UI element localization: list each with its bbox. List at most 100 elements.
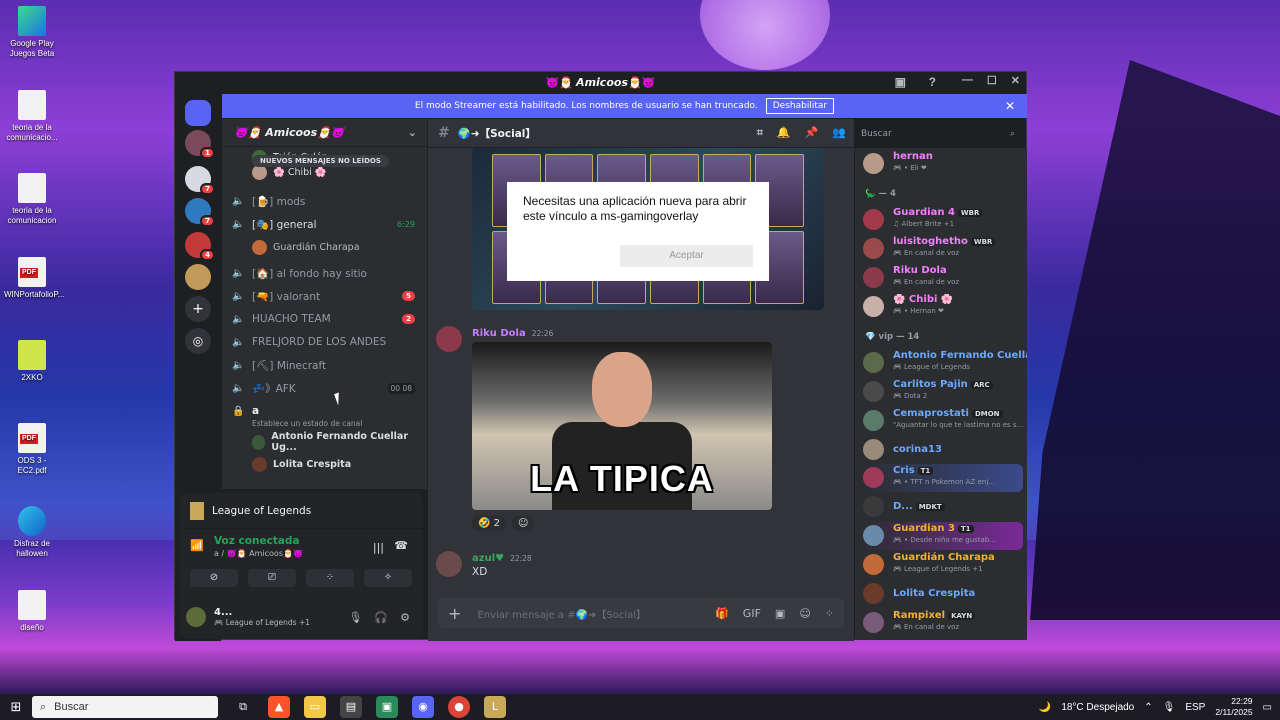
notifications-icon[interactable]: ▭ bbox=[1263, 702, 1272, 713]
reaction[interactable]: 🤣 2 bbox=[472, 516, 507, 531]
emoji-icon[interactable]: ☺ bbox=[799, 607, 810, 620]
headphones-icon[interactable]: 🎧 bbox=[374, 611, 388, 624]
discord-icon[interactable]: ◉ bbox=[412, 696, 434, 718]
voice-channel-minecraft[interactable]: 🔈 [⛏] Minecraft bbox=[232, 355, 419, 375]
meme-image[interactable]: LA TIPICA bbox=[472, 342, 772, 510]
member-item[interactable]: Rampixel KAYN 🎮 En canal de voz bbox=[863, 609, 1023, 637]
server-icon[interactable]: 4 bbox=[185, 232, 215, 261]
message-author[interactable]: Riku Dola bbox=[472, 328, 526, 339]
voice-channel-al-fondo[interactable]: 🔈 [🏠] al fondo hay sitio bbox=[232, 263, 419, 283]
voice-channel-freljord[interactable]: 🔈 FRELJORD DE LOS ANDES bbox=[232, 332, 419, 352]
chevron-down-icon[interactable]: ⌄ bbox=[408, 126, 417, 139]
desktop-icon-edge[interactable]: Disfraz de hallowen bbox=[4, 506, 60, 559]
accept-button[interactable]: Aceptar bbox=[620, 245, 753, 267]
game-activity[interactable]: League of Legends bbox=[180, 493, 422, 529]
member-item[interactable]: Cris T1 🎮 • TFT n Pokemon AZ enj... bbox=[863, 464, 1023, 492]
minimize-icon[interactable]: — bbox=[962, 74, 973, 87]
task-view-icon[interactable]: ⧉ bbox=[232, 696, 254, 718]
avatar[interactable] bbox=[186, 607, 206, 627]
member-item[interactable]: 🌸 Chibi 🌸 🎮 • Hernan ❤ bbox=[863, 293, 1023, 321]
pin-icon[interactable]: 📌 bbox=[805, 126, 819, 140]
desktop-icon-doc[interactable]: teoria de la comunicacio... bbox=[4, 90, 60, 143]
member-item[interactable]: Guardián Charapa 🎮 League of Legends +1 bbox=[863, 551, 1023, 579]
voice-member[interactable]: Guardián Charapa bbox=[252, 237, 419, 257]
member-item[interactable]: hernan 🎮 • Eli ❤ bbox=[863, 150, 1023, 178]
server-icon[interactable]: 1 bbox=[185, 130, 215, 159]
desktop-icon-doc[interactable]: teoria de la comunicacion bbox=[4, 173, 60, 226]
file-explorer-icon[interactable]: ▭ bbox=[304, 696, 326, 718]
gif-icon[interactable]: GIF bbox=[743, 607, 761, 620]
member-item[interactable]: Antonio Fernando Cuella... 🎮 League of L… bbox=[863, 349, 1027, 377]
activities-button[interactable]: ⁘ bbox=[306, 569, 354, 587]
member-item[interactable]: Lolita Crespita bbox=[863, 580, 1023, 608]
chrome-icon[interactable]: ● bbox=[448, 696, 470, 718]
member-item[interactable]: corina13 bbox=[863, 436, 1023, 464]
apps-icon[interactable]: ⁘ bbox=[825, 607, 834, 620]
noise-suppression-icon[interactable]: ||| bbox=[373, 541, 384, 554]
server-icon[interactable] bbox=[185, 264, 211, 290]
avatar[interactable] bbox=[436, 326, 462, 352]
avatar[interactable] bbox=[436, 551, 462, 577]
member-item[interactable]: D... MDKT bbox=[863, 493, 1023, 521]
discord-home-icon[interactable] bbox=[185, 100, 211, 126]
server-icon[interactable]: 7 bbox=[185, 198, 215, 227]
member-item[interactable]: Carlitos Pajin ARC 🎮 Dota 2 bbox=[863, 378, 1023, 406]
windows-start-icon[interactable]: ⊞ bbox=[0, 700, 32, 715]
screen-share-icon[interactable]: ▣ bbox=[895, 75, 906, 89]
members-icon[interactable]: 👥 bbox=[832, 126, 846, 140]
language-indicator[interactable]: ESP bbox=[1185, 702, 1205, 713]
voice-channel-general[interactable]: 🔈 [🎭] general 6:29 bbox=[232, 214, 419, 234]
member-item[interactable]: luisitoghetho WBR 🎮 En canal de voz bbox=[863, 235, 1023, 263]
app-icon[interactable]: ▣ bbox=[376, 696, 398, 718]
desktop-icon-google-play[interactable]: Google Play Juegos Beta bbox=[4, 6, 60, 59]
disable-streamer-button[interactable]: Deshabilitar bbox=[765, 98, 835, 114]
new-messages-pill[interactable]: NUEVOS MENSAJES NO LEÍDOS bbox=[252, 155, 389, 167]
clock[interactable]: 22:29 2/11/2025 bbox=[1215, 696, 1252, 718]
brave-icon[interactable]: ▲ bbox=[268, 696, 290, 718]
desktop-icon-doc[interactable]: diseño bbox=[4, 590, 60, 633]
chevron-up-icon[interactable]: ⌃ bbox=[1144, 702, 1152, 713]
disconnect-icon[interactable]: ☎ bbox=[394, 539, 408, 552]
close-banner-icon[interactable]: ✕ bbox=[1005, 99, 1015, 113]
message-composer[interactable]: + Enviar mensaje a #🌍➜【Social】 🎁 GIF ▣ ☺… bbox=[438, 598, 844, 628]
member-item[interactable]: Guardian 4 WBR ♫ Albert Brite +1 bbox=[863, 206, 1023, 234]
taskbar-search[interactable]: ⌕ Buscar bbox=[32, 696, 218, 718]
voice-member[interactable]: Antonio Fernando Cuellar Ug... bbox=[252, 431, 419, 453]
microphone-icon[interactable]: 🎙 bbox=[1163, 702, 1176, 713]
voice-member[interactable]: Lolita Crespita bbox=[252, 454, 419, 474]
weather-text[interactable]: 18°C Despejado bbox=[1061, 702, 1134, 713]
voice-channel-afk[interactable]: 🔈 💤》AFK 00 08 bbox=[232, 378, 419, 398]
member-item[interactable]: Cemaprostati DMON "Aguantar lo que te las… bbox=[863, 407, 1023, 435]
desktop-icon-2xko[interactable]: 2XKO bbox=[4, 340, 60, 383]
plus-icon[interactable]: + bbox=[448, 604, 461, 623]
maximize-icon[interactable]: ☐ bbox=[987, 74, 997, 87]
voice-channel-huacho[interactable]: 🔈 HUACHO TEAM 2 bbox=[232, 309, 419, 329]
search-input[interactable]: Buscar ⌕ bbox=[855, 124, 1021, 144]
bell-icon[interactable]: 🔔 bbox=[777, 126, 791, 140]
sticker-icon[interactable]: ▣ bbox=[775, 607, 785, 620]
desktop-icon-pdf[interactable]: WINPortafolioP... bbox=[4, 257, 64, 300]
soundboard-button[interactable]: ✧ bbox=[364, 569, 412, 587]
camera-button[interactable]: ⊘ bbox=[190, 569, 238, 587]
channel-status[interactable]: Establece un estado de canal bbox=[252, 419, 362, 428]
explore-icon[interactable]: ◎ bbox=[185, 328, 211, 354]
microphone-icon[interactable]: 🎙 bbox=[348, 611, 362, 624]
message-author[interactable]: azul♥ bbox=[472, 553, 504, 564]
server-icon[interactable]: 7 bbox=[185, 166, 215, 195]
close-icon[interactable]: ✕ bbox=[1011, 74, 1020, 87]
voice-channel-valorant[interactable]: 🔈 [🔫] valorant 5 bbox=[232, 286, 419, 306]
gear-icon[interactable]: ⚙ bbox=[400, 611, 410, 624]
desktop-icon-pdf[interactable]: ODS 3 - EC2.pdf bbox=[4, 423, 60, 476]
screen-share-button[interactable]: ⎚ bbox=[248, 569, 296, 587]
voice-channel-mods[interactable]: 🔈 [🍺] mods bbox=[232, 191, 419, 211]
voice-channel-a[interactable]: 🔒 a bbox=[232, 401, 419, 421]
add-reaction-icon[interactable]: ☺ bbox=[512, 516, 535, 531]
app-icon[interactable]: ▤ bbox=[340, 696, 362, 718]
member-item[interactable]: Riku Dola 🎮 En canal de voz bbox=[863, 264, 1023, 292]
help-icon[interactable]: ? bbox=[929, 75, 936, 89]
league-icon[interactable]: L bbox=[484, 696, 506, 718]
add-server-icon[interactable]: + bbox=[185, 296, 211, 322]
threads-icon[interactable]: ⌗ bbox=[757, 126, 763, 140]
server-header[interactable]: 👿🎅 Amicoos🎅👿 ⌄ bbox=[222, 119, 427, 147]
member-item[interactable]: Guardian 3 T1 🎮 • Desde niño me gustab... bbox=[863, 522, 1023, 550]
